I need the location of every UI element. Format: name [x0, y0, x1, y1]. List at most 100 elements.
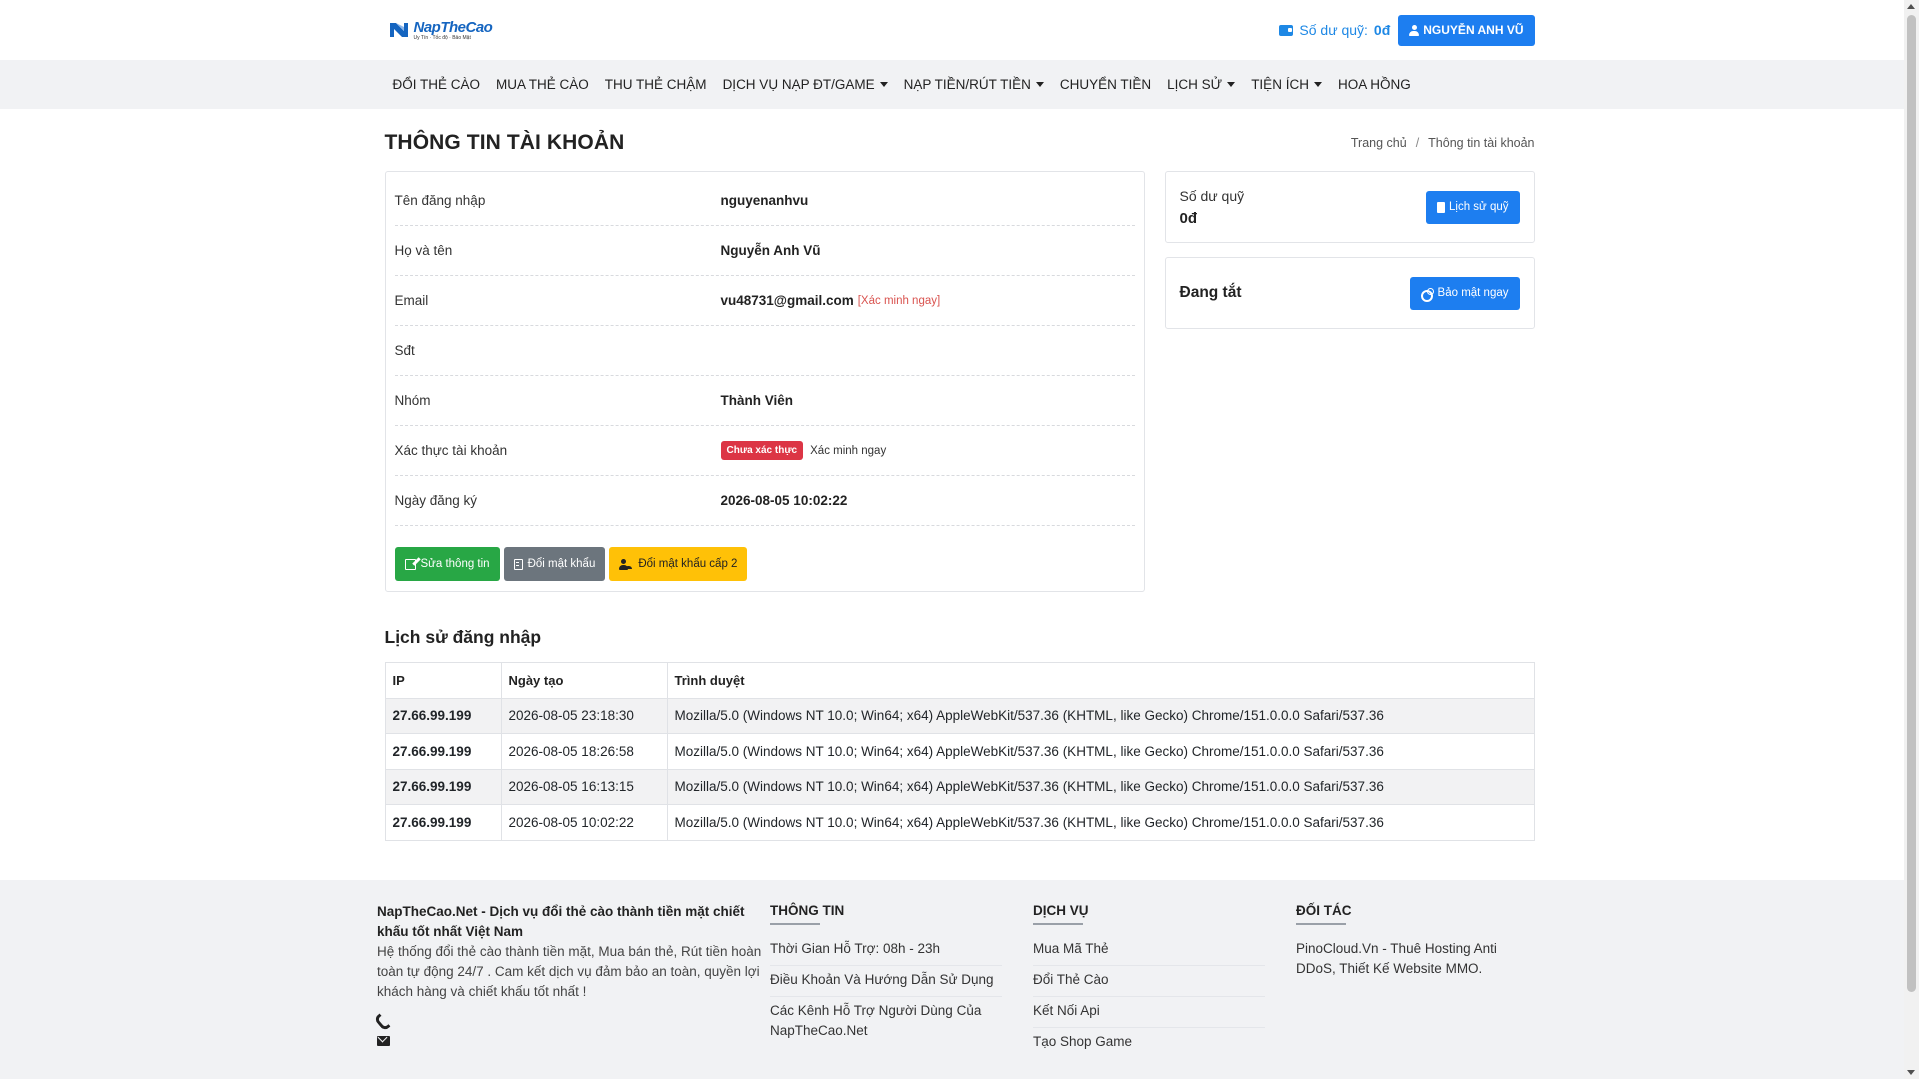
- nav-label: HOA HỒNG: [1337, 77, 1411, 92]
- site-logo[interactable]: NapTheCao Uy Tín · Tốc độ · Bảo Mật: [388, 19, 493, 41]
- change-password-button[interactable]: Đổi mật khẩu: [503, 547, 606, 581]
- scroll-thumb[interactable]: [1907, 15, 1916, 992]
- breadcrumb-current: Thông tin tài khoản: [1428, 136, 1535, 150]
- nav-dich-vu-nap[interactable]: DỊCH VỤ NẠP ĐT/GAME: [715, 77, 896, 92]
- user-menu-button[interactable]: NGUYỄN ANH VŨ: [1398, 14, 1535, 46]
- scroll-up-icon[interactable]: [1907, 4, 1915, 9]
- info-row-verify: Xác thực tài khoản Chưa xác thực Xác min…: [394, 426, 1135, 476]
- caret-down-icon: [1313, 82, 1322, 87]
- nav-hoa-hong[interactable]: HOA HỒNG: [1330, 77, 1419, 92]
- nav-label: LỊCH SỬ: [1167, 77, 1223, 92]
- main-content: THÔNG TIN TÀI KHOẢN Trang chủ / Thông ti…: [384, 128, 1535, 841]
- email-value-group: vu48731@gmail.com [Xác minh ngay]: [721, 293, 941, 308]
- secure-now-label: Bảo mật ngay: [1437, 287, 1509, 299]
- table-header-row: IP Ngày tạo Trình duyệt: [384, 662, 1535, 699]
- info-row-fullname: Họ và tên Nguyễn Anh Vũ: [394, 226, 1135, 276]
- email-value: vu48731@gmail.com: [720, 293, 854, 308]
- wallet-icon: [1279, 24, 1294, 36]
- nav-thu-the-cham[interactable]: THU THẺ CHẬM: [597, 77, 715, 92]
- table-row: 27.66.99.199 2026-08-05 10:02:22 Mozilla…: [384, 804, 1535, 841]
- breadcrumb: Trang chủ / Thông tin tài khoản: [1351, 136, 1535, 150]
- nav-mua-the-cao[interactable]: MUA THẺ CÀO: [488, 77, 597, 92]
- fund-label: Số dư quỹ: [1179, 187, 1245, 204]
- verify-value-group: Chưa xác thực Xác minh ngay: [720, 441, 886, 460]
- header-date: Ngày tạo: [500, 662, 668, 699]
- row-ip: 27.66.99.199: [384, 768, 502, 805]
- site-footer: NapTheCao.Net - Dịch vụ đổi thẻ cào thàn…: [0, 880, 1904, 1079]
- page-title: THÔNG TIN TÀI KHOẢN: [384, 131, 625, 154]
- footer-info-channels[interactable]: Các Kênh Hỗ Trợ Người Dùng Của NapTheCao…: [770, 997, 1002, 1047]
- row-ip: 27.66.99.199: [384, 733, 502, 770]
- account-info-card: Tên đăng nhập nguyenanhvu Họ và tên Nguy…: [384, 171, 1145, 592]
- balance-value: 0đ: [1373, 22, 1391, 38]
- header-browser: Trình duyệt: [666, 662, 1535, 699]
- row-date: 2026-08-05 23:18:30: [500, 697, 668, 734]
- user-name: NGUYỄN ANH VŨ: [1423, 23, 1524, 37]
- footer-service-shop[interactable]: Tạo Shop Game: [1033, 1028, 1265, 1058]
- registered-value: 2026-08-05 10:02:22: [720, 493, 848, 508]
- table-row: 27.66.99.199 2026-08-05 23:18:30 Mozilla…: [384, 697, 1535, 734]
- nav-lich-su[interactable]: LỊCH SỬ: [1159, 77, 1243, 92]
- footer-service-api[interactable]: Kết Nối Api: [1033, 997, 1265, 1028]
- row-browser: Mozilla/5.0 (Windows NT 10.0; Win64; x64…: [666, 697, 1535, 734]
- footer-service-buy-card[interactable]: Mua Mã Thẻ: [1033, 935, 1265, 966]
- change-password2-button[interactable]: Đổi mật khẩu cấp 2: [609, 547, 748, 581]
- edit-info-button[interactable]: Sửa thông tin: [394, 547, 500, 581]
- security-card: Đang tắt Bảo mật ngay: [1164, 257, 1535, 329]
- fund-history-button[interactable]: Lịch sử quỹ: [1426, 190, 1520, 224]
- email-label: Email: [394, 293, 429, 308]
- user-lock-icon: [619, 558, 633, 570]
- logo-tagline: Uy Tín · Tốc độ · Bảo Mật: [413, 34, 471, 41]
- row-date: 2026-08-05 16:13:15: [500, 768, 668, 805]
- change-password-label: Đổi mật khẩu: [527, 558, 596, 570]
- balance-label: Số dư quỹ:: [1299, 22, 1368, 38]
- nav-label: THU THẺ CHẬM: [604, 77, 707, 92]
- top-header: NapTheCao Uy Tín · Tốc độ · Bảo Mật Số d…: [0, 0, 1919, 60]
- info-row-email: Email vu48731@gmail.com [Xác minh ngay]: [394, 276, 1135, 326]
- footer-info-terms[interactable]: Điều Khoản Và Hướng Dẫn Sử Dụng: [770, 966, 1002, 997]
- nav-nap-rut-tien[interactable]: NẠP TIỀN/RÚT TIỀN: [896, 77, 1052, 92]
- page-scrollbar[interactable]: [1904, 0, 1919, 1079]
- footer-service-exchange[interactable]: Đổi Thẻ Cào: [1033, 966, 1265, 997]
- nav-chuyen-tien[interactable]: CHUYỂN TIỀN: [1052, 77, 1159, 92]
- nav-label: TIỆN ÍCH: [1251, 77, 1309, 92]
- login-history-table: IP Ngày tạo Trình duyệt 27.66.99.199 202…: [384, 662, 1535, 841]
- info-row-group: Nhóm Thành Viên: [394, 376, 1135, 426]
- phone-icon[interactable]: [377, 1014, 389, 1026]
- envelope-icon[interactable]: [377, 1036, 390, 1046]
- nav-label: NẠP TIỀN/RÚT TIỀN: [903, 77, 1031, 92]
- registered-label: Ngày đăng ký: [394, 493, 478, 508]
- header-balance[interactable]: Số dư quỹ: 0đ: [1279, 22, 1390, 38]
- file-icon: [1437, 201, 1446, 213]
- nav-label: ĐỔI THẺ CÀO: [392, 77, 481, 92]
- group-label: Nhóm: [394, 393, 431, 408]
- caret-down-icon: [879, 82, 888, 87]
- secure-now-button[interactable]: Bảo mật ngay: [1409, 276, 1520, 310]
- row-date: 2026-08-05 18:26:58: [500, 733, 668, 770]
- logo-mark-icon: [388, 19, 410, 41]
- footer-service-title: DỊCH VỤ: [1033, 903, 1089, 925]
- nav-label: DỊCH VỤ NẠP ĐT/GAME: [722, 77, 875, 92]
- breadcrumb-separator: /: [1415, 136, 1420, 150]
- edit-info-label: Sửa thông tin: [420, 558, 490, 570]
- fullname-label: Họ và tên: [394, 243, 453, 258]
- fund-card: Số dư quỹ 0đ Lịch sử quỹ: [1164, 171, 1535, 243]
- unverified-badge: Chưa xác thực: [720, 441, 804, 460]
- breadcrumb-home[interactable]: Trang chủ: [1351, 136, 1407, 150]
- header-ip: IP: [384, 662, 502, 699]
- row-ip: 27.66.99.199: [384, 804, 502, 841]
- nav-label: CHUYỂN TIỀN: [1059, 77, 1152, 92]
- nav-tien-ich[interactable]: TIỆN ÍCH: [1243, 77, 1330, 92]
- nav-doi-the-cao[interactable]: ĐỔI THẺ CÀO: [385, 77, 489, 92]
- footer-partner-text[interactable]: PinoCloud.Vn - Thuê Hosting Anti DDoS, T…: [1296, 939, 1526, 979]
- info-row-registered: Ngày đăng ký 2026-08-05 10:02:22: [394, 476, 1135, 526]
- login-history-title: Lịch sử đăng nhập: [384, 627, 542, 647]
- footer-info-title: THÔNG TIN: [770, 903, 844, 925]
- verify-now-link[interactable]: Xác minh ngay: [810, 445, 886, 457]
- scroll-down-icon[interactable]: [1907, 1070, 1915, 1075]
- security-status: Đang tắt: [1179, 284, 1242, 301]
- username-value: nguyenanhvu: [720, 193, 809, 208]
- user-icon: [1409, 24, 1420, 36]
- footer-description: Hệ thống đổi thẻ cào thành tiền mặt, Mua…: [377, 944, 762, 999]
- email-verify-link[interactable]: [Xác minh ngay]: [858, 295, 940, 307]
